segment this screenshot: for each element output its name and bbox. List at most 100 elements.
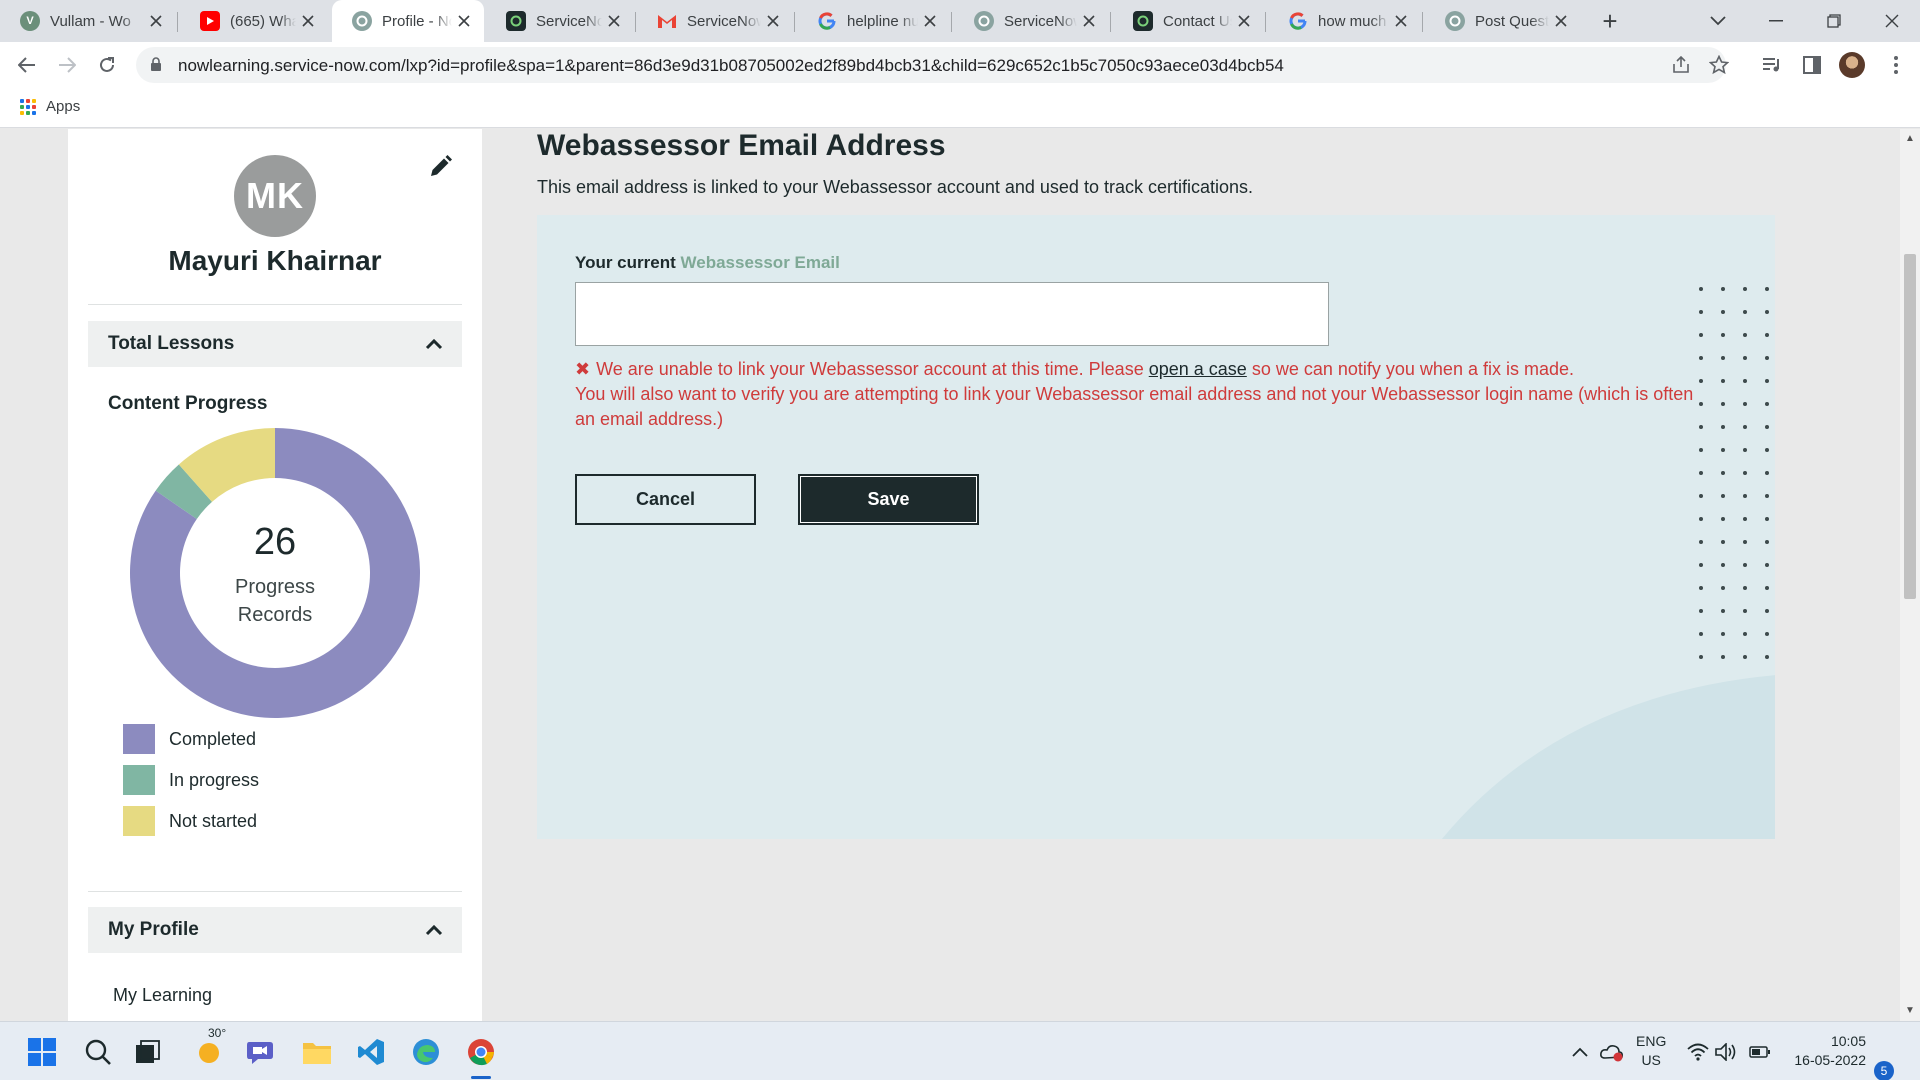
decorative-dot [1721, 310, 1725, 314]
onedrive-status-button[interactable] [1592, 1032, 1632, 1072]
battery-button[interactable] [1740, 1032, 1780, 1072]
language-indicator[interactable]: ENG US [1636, 1032, 1666, 1070]
legend-item: Completed [123, 724, 256, 754]
address-bar[interactable]: nowlearning.service-now.com/lxp?id=profi… [136, 47, 1729, 83]
decorative-dot [1699, 425, 1703, 429]
browser-tab[interactable]: Contact Us [1113, 0, 1264, 42]
back-button[interactable] [10, 48, 44, 82]
tab-close-icon[interactable] [1232, 9, 1256, 33]
tab-close-icon[interactable] [602, 9, 626, 33]
save-button[interactable]: Save [798, 474, 979, 525]
legend-swatch [123, 806, 155, 836]
decorative-dot [1721, 563, 1725, 567]
browser-tab[interactable]: Profile - Now [332, 0, 484, 42]
chrome-button[interactable] [461, 1032, 501, 1079]
decorative-dot [1699, 287, 1703, 291]
page-viewport: MK Mayuri Khairnar Total Lessons Content… [0, 129, 1900, 1021]
tab-close-icon[interactable] [1077, 9, 1101, 33]
tab-separator [635, 12, 636, 32]
donut-center-value: 26 [253, 521, 297, 563]
apps-label: Apps [46, 98, 81, 115]
page-scrollbar[interactable]: ▲ ▼ [1900, 129, 1920, 1021]
browser-tab[interactable]: Post Questi [1425, 0, 1581, 42]
decorative-dot [1699, 563, 1703, 567]
error-message: ✖ We are unable to link your Webassessor … [575, 357, 1715, 432]
restore-button[interactable] [1806, 0, 1862, 42]
scroll-thumb[interactable] [1904, 254, 1916, 599]
profile-avatar-button[interactable] [1836, 49, 1868, 81]
browser-tab[interactable]: how much [1268, 0, 1421, 42]
tab-title: Post Questi [1475, 12, 1549, 30]
my-learning-link[interactable]: My Learning [113, 985, 212, 1006]
decorative-dot [1721, 379, 1725, 383]
vscode-button[interactable] [351, 1032, 391, 1072]
minimize-button[interactable] [1748, 0, 1804, 42]
lock-icon [151, 57, 161, 71]
start-button[interactable] [22, 1032, 62, 1072]
clock[interactable]: 10:05 16-05-2022 [1786, 1032, 1866, 1070]
total-lessons-accordion[interactable]: Total Lessons [88, 321, 462, 367]
playlist-icon [1763, 58, 1779, 72]
task-view-button[interactable] [128, 1032, 168, 1072]
decorative-dot [1699, 609, 1703, 613]
tab-close-icon[interactable] [918, 9, 942, 33]
close-icon [1885, 14, 1899, 28]
edge-button[interactable] [406, 1032, 446, 1072]
tab-close-icon[interactable] [144, 9, 168, 33]
pencil-icon [431, 155, 452, 176]
cancel-button[interactable]: Cancel [575, 474, 756, 525]
browser-tab[interactable]: ServiceNow [637, 0, 793, 42]
open-case-link[interactable]: open a case [1149, 359, 1247, 379]
legend-swatch [123, 724, 155, 754]
browser-tab[interactable]: helpline nu [797, 0, 950, 42]
browser-tab[interactable]: V Vullam - Wo [0, 0, 176, 42]
media-control-button[interactable] [1756, 49, 1788, 81]
decorative-dot [1699, 586, 1703, 590]
legend-label: Completed [169, 728, 257, 749]
file-explorer-button[interactable] [297, 1032, 337, 1072]
decorative-dot [1699, 356, 1703, 360]
decorative-dot [1743, 310, 1747, 314]
clock-date: 16-05-2022 [1794, 1052, 1866, 1068]
meet-app-button[interactable] [241, 1032, 281, 1072]
decorative-dot [1765, 356, 1769, 360]
browser-tab[interactable]: ServiceNow [486, 0, 634, 42]
my-profile-accordion[interactable]: My Profile [88, 907, 462, 953]
tab-close-icon[interactable] [1389, 9, 1413, 33]
clock-time: 10:05 [1830, 1033, 1866, 1049]
tab-title: ServiceNow [536, 12, 602, 30]
scroll-up-arrow[interactable]: ▲ [1904, 133, 1916, 145]
decorative-dot [1721, 333, 1725, 337]
decorative-dot [1721, 609, 1725, 613]
search-button[interactable] [78, 1032, 118, 1072]
browser-menu-button[interactable] [1880, 49, 1912, 81]
reload-button[interactable] [90, 48, 124, 82]
cloud-error-icon [1600, 1045, 1623, 1062]
close-window-button[interactable] [1864, 0, 1920, 42]
tab-separator [794, 12, 795, 32]
bookmark-star-icon[interactable] [1709, 55, 1729, 75]
decorative-dot [1765, 494, 1769, 498]
share-icon[interactable] [1672, 56, 1692, 74]
weather-widget[interactable]: 30° [190, 1026, 230, 1072]
tab-close-icon[interactable] [761, 9, 785, 33]
edit-profile-button[interactable] [424, 151, 456, 183]
decorative-dot [1765, 333, 1769, 337]
tab-search-button[interactable] [1690, 0, 1746, 42]
forward-button[interactable] [50, 48, 84, 82]
side-panel-button[interactable] [1796, 49, 1828, 81]
my-profile-label: My Profile [108, 919, 199, 940]
notification-badge[interactable]: 5 [1874, 1061, 1894, 1080]
tab-close-icon[interactable] [452, 9, 476, 33]
tab-close-icon[interactable] [1549, 9, 1573, 33]
browser-tab[interactable]: (665) What [180, 0, 328, 42]
tab-close-icon[interactable] [296, 9, 320, 33]
webassessor-email-input[interactable] [575, 282, 1329, 346]
browser-tab[interactable]: ServiceNow [954, 0, 1109, 42]
error-text-part2: so we can notify you when a fix is made. [1251, 359, 1574, 379]
servicenow-icon [352, 11, 372, 31]
apps-shortcut[interactable]: Apps [20, 98, 80, 115]
new-tab-button[interactable]: + [1595, 6, 1625, 36]
video-chat-icon [247, 1042, 273, 1064]
scroll-down-arrow[interactable]: ▼ [1904, 1005, 1916, 1017]
